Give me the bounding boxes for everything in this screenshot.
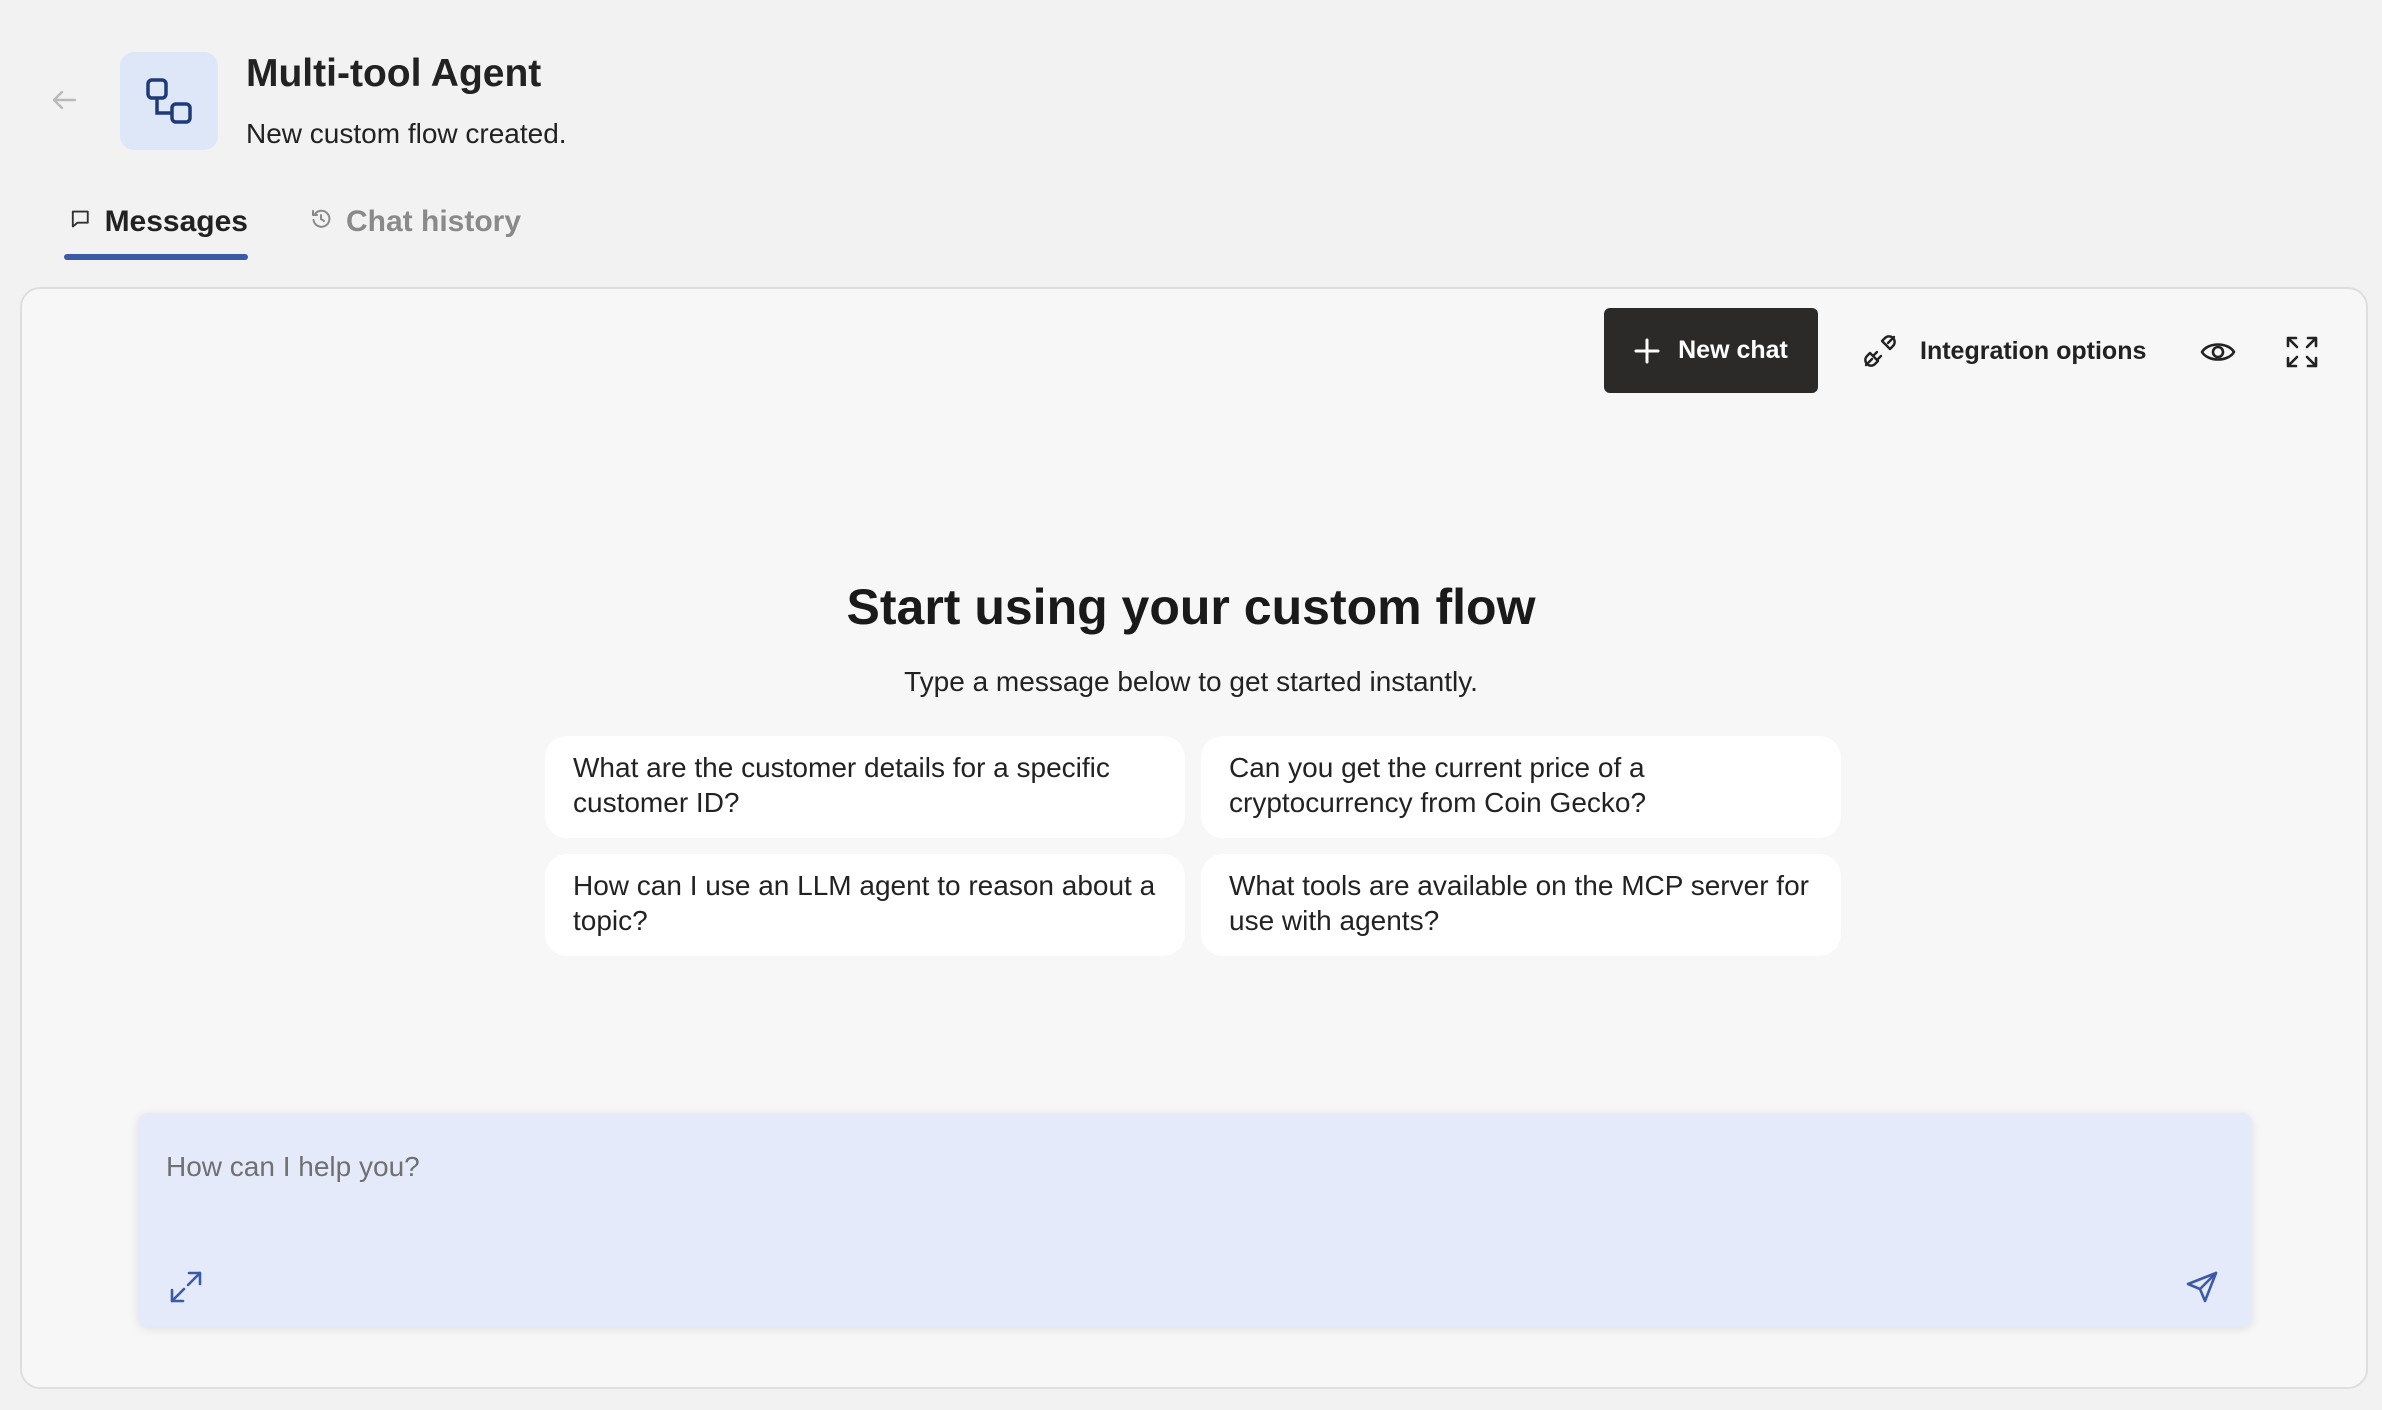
fullscreen-button[interactable] <box>2280 330 2324 374</box>
suggestion-chip[interactable]: How can I use an LLM agent to reason abo… <box>545 854 1185 956</box>
active-tab-indicator <box>64 254 248 260</box>
tab-messages[interactable]: Messages <box>64 196 248 262</box>
tab-chat-history-label: Chat history <box>346 205 522 238</box>
integration-options-label: Integration options <box>1920 336 2147 365</box>
back-button[interactable] <box>44 80 84 120</box>
message-input[interactable] <box>166 1137 2166 1197</box>
suggestion-chip[interactable]: What tools are available on the MCP serv… <box>1201 854 1841 956</box>
empty-state-title: Start using your custom flow <box>846 579 1536 635</box>
empty-state-subtitle: Type a message below to get started inst… <box>904 666 1478 697</box>
tab-chat-history[interactable]: Chat history <box>310 196 521 262</box>
page-title: Multi-tool Agent <box>246 52 542 95</box>
message-square-icon <box>71 210 89 228</box>
eye-icon <box>2200 343 2236 361</box>
expand-input-button[interactable] <box>164 1265 208 1309</box>
plug-icon <box>1864 335 1896 367</box>
history-icon <box>312 209 331 228</box>
tab-messages-label: Messages <box>104 205 248 238</box>
send-icon <box>2186 1271 2218 1303</box>
expand-icon <box>170 1271 202 1303</box>
suggestion-chip[interactable]: Can you get the current price of a crypt… <box>1201 736 1841 838</box>
page-subtitle: New custom flow created. <box>246 118 567 149</box>
new-chat-label: New chat <box>1678 336 1788 364</box>
integration-options-button[interactable]: Integration options <box>1862 326 2146 376</box>
plus-icon <box>1634 338 1660 363</box>
new-chat-button[interactable]: New chat <box>1604 308 1818 393</box>
message-composer <box>138 1113 2252 1327</box>
fullscreen-icon <box>2286 336 2318 368</box>
preview-button[interactable] <box>2196 330 2240 374</box>
suggestion-chip[interactable]: What are the customer details for a spec… <box>545 736 1185 838</box>
arrow-left-icon <box>52 90 77 110</box>
app-icon <box>120 52 218 150</box>
send-button[interactable] <box>2180 1265 2224 1309</box>
flow-nodes-icon <box>146 78 192 124</box>
page: Multi-tool Agent New custom flow created… <box>0 0 2382 1410</box>
